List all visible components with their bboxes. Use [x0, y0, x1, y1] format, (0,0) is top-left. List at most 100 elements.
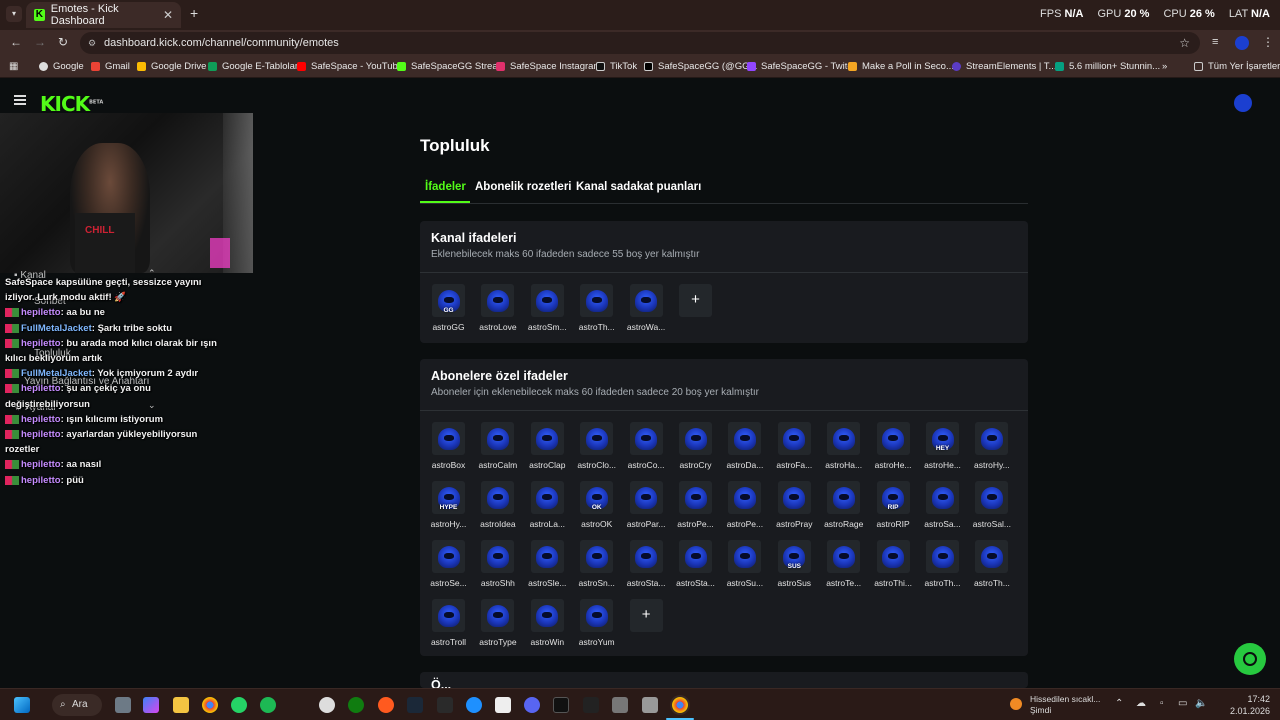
bookmark-twitch[interactable]: SafeSpaceGG - Twitch: [747, 61, 857, 72]
bookmark-kick-stream[interactable]: SafeSpaceGG Stream: [397, 61, 506, 72]
add-emote-button[interactable]: +: [629, 599, 663, 632]
chrome-icon[interactable]: [202, 697, 218, 713]
emote-item[interactable]: astroSm...: [525, 284, 570, 332]
bookmark-google-drive[interactable]: Google Drive: [137, 61, 206, 72]
emote-item[interactable]: astroCalm: [475, 422, 520, 470]
emote-item[interactable]: astroWa...: [624, 284, 669, 332]
emote-item[interactable]: astroCry: [673, 422, 718, 470]
chat-username[interactable]: FullMetalJacket: [21, 368, 92, 379]
emote-item[interactable]: HEY astroHe...: [920, 422, 965, 470]
hamburger-menu-icon[interactable]: [14, 95, 26, 105]
bookmark-pexels[interactable]: 5.6 million+ Stunnin...: [1055, 61, 1160, 72]
add-emote-button[interactable]: +: [679, 284, 712, 317]
weather-widget[interactable]: Hissedilen sıcakl... Şimdi: [1030, 694, 1100, 716]
emote-item[interactable]: astroBox: [426, 422, 471, 470]
windows-start-icon[interactable]: [14, 697, 30, 713]
emote-item[interactable]: astroTroll: [426, 599, 471, 647]
emote-item[interactable]: astroYum: [574, 599, 619, 647]
discord-icon[interactable]: [524, 697, 540, 713]
bookmark-poll[interactable]: Make a Poll in Seco...: [848, 61, 954, 72]
support-chat-button[interactable]: [1234, 643, 1266, 675]
chat-username[interactable]: hepiletto: [21, 414, 61, 425]
chat-username[interactable]: hepiletto: [21, 383, 61, 394]
reload-icon[interactable]: ↻: [58, 35, 68, 49]
emote-item[interactable]: RIP astroRIP: [871, 481, 916, 529]
riot-icon[interactable]: [583, 697, 599, 713]
tab-ifadeler[interactable]: İfadeler: [425, 181, 466, 193]
bookmark-youtube[interactable]: SafeSpace - YouTube: [297, 61, 403, 72]
emote-item[interactable]: astroFa...: [772, 422, 817, 470]
emote-item[interactable]: astroHa...: [821, 422, 866, 470]
emote-item[interactable]: astroHy...: [969, 422, 1014, 470]
new-tab-button[interactable]: +: [190, 5, 198, 21]
volume-icon[interactable]: 🔈: [1195, 698, 1207, 709]
tab-close-icon[interactable]: ✕: [163, 8, 173, 22]
emote-item[interactable]: astroThi...: [871, 540, 916, 588]
media-controls-icon[interactable]: ≡: [1212, 36, 1218, 48]
back-icon[interactable]: ←: [10, 35, 22, 49]
chat-username[interactable]: hepiletto: [21, 459, 61, 470]
browser-menu-icon[interactable]: ⋮: [1262, 35, 1274, 49]
tab-abonelik-rozetleri[interactable]: Abonelik rozetleri: [475, 181, 572, 193]
bookmark-google[interactable]: Google: [39, 61, 84, 72]
emote-item[interactable]: astroPe...: [673, 481, 718, 529]
tab-search-button[interactable]: ▾: [6, 6, 22, 22]
emote-item[interactable]: astroHe...: [871, 422, 916, 470]
game-icon[interactable]: [612, 697, 628, 713]
browser-tab-active[interactable]: K Emotes - Kick Dashboard ✕: [26, 2, 181, 28]
emote-item[interactable]: astroTh...: [920, 540, 965, 588]
chat-username[interactable]: hepiletto: [21, 307, 61, 318]
app-tray-icon[interactable]: ▫: [1160, 698, 1164, 709]
bookmark-instagram[interactable]: SafeSpace Instagram: [496, 61, 601, 72]
bookmark-streamelements[interactable]: StreamElements | T...: [952, 61, 1056, 72]
site-info-icon[interactable]: ⚙: [88, 32, 96, 54]
emote-item[interactable]: astroClap: [525, 422, 570, 470]
ea-app-icon[interactable]: [553, 697, 569, 713]
emote-item[interactable]: astroIdea: [475, 481, 520, 529]
clock[interactable]: 17:42 2.01.2026: [1230, 693, 1270, 717]
user-avatar[interactable]: [1234, 94, 1252, 112]
cloud-icon[interactable]: ☁: [1136, 698, 1146, 709]
emote-item[interactable]: astroWin: [525, 599, 570, 647]
emote-item[interactable]: astroPray: [772, 481, 817, 529]
tab-kanal-sadakat-puanlari[interactable]: Kanal sadakat puanları: [576, 181, 701, 193]
emote-item[interactable]: astroDa...: [722, 422, 767, 470]
emote-item[interactable]: astroTe...: [821, 540, 866, 588]
chat-username[interactable]: FullMetalJacket: [21, 323, 92, 334]
chat-username[interactable]: hepiletto: [21, 338, 61, 349]
task-view-icon[interactable]: [115, 697, 131, 713]
apps-grid-icon[interactable]: ▦: [9, 61, 18, 72]
emote-item[interactable]: astroClo...: [574, 422, 619, 470]
emote-item[interactable]: astroSa...: [920, 481, 965, 529]
emote-item[interactable]: astroTh...: [969, 540, 1014, 588]
emote-item[interactable]: astroType: [475, 599, 520, 647]
file-explorer-icon[interactable]: [173, 697, 189, 713]
whatsapp-icon[interactable]: [231, 697, 247, 713]
bookmarks-more-button[interactable]: »: [1162, 61, 1167, 72]
bookmark-tiktok[interactable]: TikTok: [596, 61, 637, 72]
bookmark-gmail[interactable]: Gmail: [91, 61, 130, 72]
url-field[interactable]: ⚙ dashboard.kick.com/channel/community/e…: [80, 32, 1200, 54]
taskbar-search[interactable]: ⌕ Ara: [52, 694, 102, 716]
emote-item[interactable]: astroLove: [475, 284, 520, 332]
profile-avatar-icon[interactable]: [1235, 36, 1249, 50]
origin-icon[interactable]: [378, 697, 394, 713]
emote-item[interactable]: GG astroGG: [426, 284, 471, 332]
all-bookmarks-button[interactable]: Tüm Yer İşaretleri: [1194, 61, 1280, 72]
xbox-icon[interactable]: [348, 697, 364, 713]
emote-item[interactable]: astroSn...: [574, 540, 619, 588]
emote-item[interactable]: astroPar...: [624, 481, 669, 529]
steam-icon[interactable]: [407, 697, 423, 713]
network-icon[interactable]: ▭: [1178, 698, 1187, 709]
emote-item[interactable]: astroCo...: [624, 422, 669, 470]
chat-username[interactable]: hepiletto: [21, 475, 61, 486]
forward-icon[interactable]: →: [34, 35, 46, 49]
emote-item[interactable]: astroSe...: [426, 540, 471, 588]
emote-item[interactable]: astroSal...: [969, 481, 1014, 529]
emote-item[interactable]: astroTh...: [574, 284, 619, 332]
emote-item[interactable]: HYPE astroHy...: [426, 481, 471, 529]
tray-chevron-up-icon[interactable]: ⌃: [1115, 698, 1123, 709]
emote-item[interactable]: astroSta...: [624, 540, 669, 588]
chat-username[interactable]: hepiletto: [21, 429, 61, 440]
battlenet-icon[interactable]: [466, 697, 482, 713]
